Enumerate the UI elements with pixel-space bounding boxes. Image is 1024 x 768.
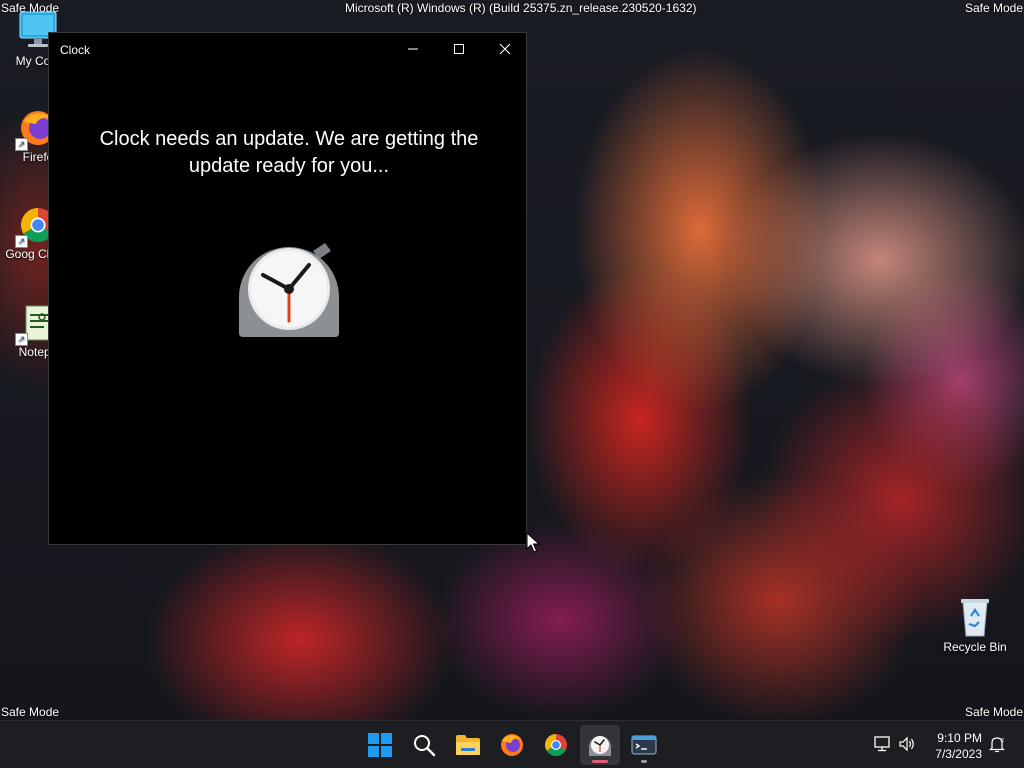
folder-icon [456,735,480,755]
desktop-icon-recycle-bin[interactable]: Recycle Bin [940,596,1010,654]
network-icon[interactable] [873,735,891,753]
taskbar-clock-datetime[interactable]: 9:10 PM 7/3/2023 [922,730,982,762]
shortcut-arrow-icon: ↗ [15,235,28,248]
minimize-button[interactable] [390,33,436,65]
shortcut-arrow-icon: ↗ [15,138,28,151]
build-info-watermark: Microsoft (R) Windows (R) (Build 25375.z… [345,1,697,15]
safe-mode-label-bottom-left: Safe Mode [1,705,60,719]
active-app-indicator [592,760,608,763]
shortcut-arrow-icon: ↗ [15,333,28,346]
taskbar-start-button[interactable] [360,725,400,765]
safe-mode-label-bottom-right: Safe Mode [964,705,1023,719]
taskbar-search-button[interactable] [404,725,444,765]
notification-bell-icon[interactable]: z [988,735,1006,753]
taskbar-firefox-button[interactable] [492,725,532,765]
taskbar-file-explorer-button[interactable] [448,725,488,765]
window-titlebar[interactable]: Clock [49,33,526,67]
search-icon [414,735,436,757]
taskbar: 9:10 PM 7/3/2023 z [0,720,1024,768]
windows-logo-icon [368,733,392,757]
maximize-icon [454,44,464,54]
clock-window: Clock Clock needs an update. We are gett… [48,32,527,545]
taskbar-clock-button[interactable] [580,725,620,765]
chrome-icon [545,734,567,756]
terminal-icon [631,735,657,755]
clock-app-icon [239,243,339,337]
taskbar-terminal-button[interactable] [624,725,664,765]
clock-icon [589,736,611,756]
update-message: Clock needs an update. We are getting th… [99,128,479,177]
recycle-bin-icon [961,599,989,637]
svg-text:z: z [1001,737,1004,744]
safe-mode-label-top-right: Safe Mode [964,1,1023,15]
window-title: Clock [60,43,91,57]
volume-icon[interactable] [898,736,916,752]
taskbar-time: 9:10 PM [937,731,982,745]
taskbar-chrome-button[interactable] [536,725,576,765]
minimize-icon [408,48,418,50]
close-icon [499,43,511,55]
maximize-button[interactable] [436,33,482,65]
firefox-icon [501,734,523,756]
taskbar-date: 7/3/2023 [935,747,982,761]
mouse-cursor-icon [526,532,540,553]
close-button[interactable] [482,33,528,65]
running-app-indicator [641,760,647,763]
desktop-icon-label: Recycle Bin [943,640,1007,654]
